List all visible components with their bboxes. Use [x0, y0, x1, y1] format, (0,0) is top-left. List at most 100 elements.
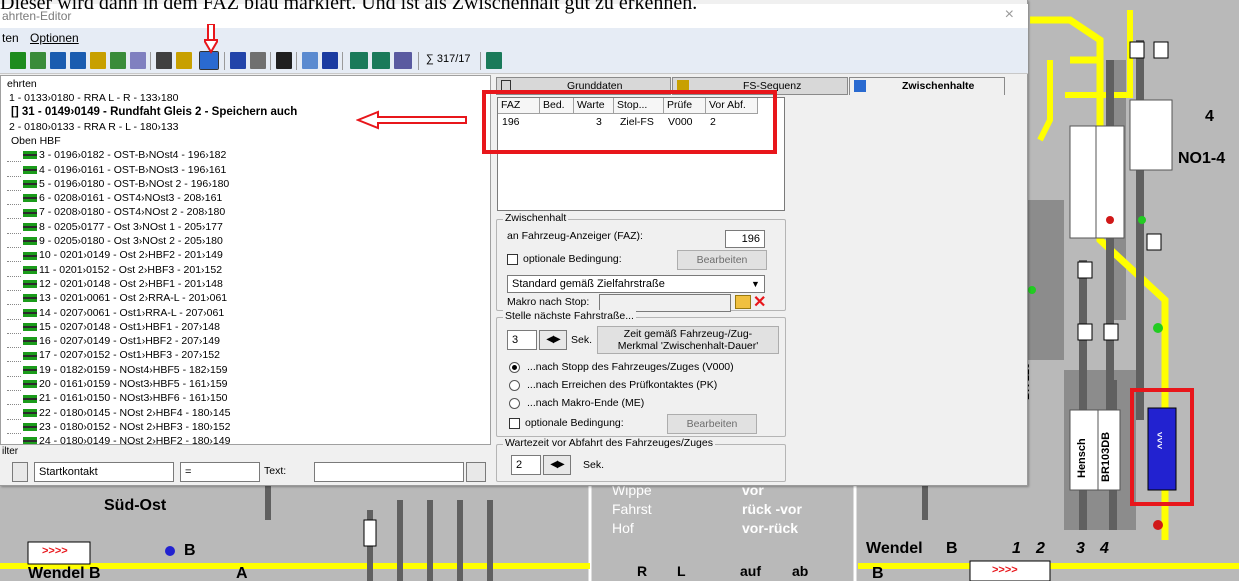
departure-wait-input[interactable]: 2 [511, 455, 541, 475]
toolbar: ∑ 317/17 [0, 48, 1028, 74]
route-tree[interactable]: ehrten 1 - 0133›0180 - RRA L - R - 133›18… [0, 75, 491, 445]
next-route-optional-checkbox[interactable] [509, 418, 520, 429]
insert-route-icon[interactable] [70, 52, 86, 69]
tree-item-label: ehrten [7, 78, 37, 90]
tree-item[interactable]: 1 - 0133›0180 - RRA L - R - 133›180 [9, 91, 178, 105]
tree-item[interactable]: 3 - 0196›0182 - OST-B›NOst4 - 196›182 [7, 148, 226, 163]
tree-item[interactable]: 8 - 0205›0177 - Ost 3›NOst 1 - 205›177 [7, 220, 223, 234]
tree-item[interactable]: 2 - 0180›0133 - RRA R - L - 180›133 [9, 120, 178, 134]
faz-input[interactable]: 196 [725, 230, 765, 248]
tree-item[interactable]: 7 - 0208›0180 - OST4›NOst 2 - 208›180 [7, 205, 225, 220]
tree-item[interactable]: Oben HBF [11, 134, 61, 148]
label-n3: 3 [1076, 540, 1085, 557]
route-compare-icon[interactable] [350, 52, 368, 69]
tree-item[interactable]: 20 - 0161›0159 - NOst3›HBF5 - 161›159 [7, 377, 228, 391]
toolbar-separator [296, 52, 297, 70]
route-check-icon[interactable] [394, 52, 412, 69]
save-icon[interactable] [230, 52, 246, 69]
tree-connector [7, 277, 21, 291]
tree-item[interactable]: 22 - 0180›0145 - NOst 2›HBF4 - 180›145 [7, 406, 230, 420]
filter-field-select[interactable]: Startkontakt [34, 462, 174, 482]
tree-item[interactable]: 17 - 0207›0152 - Ost1›HBF3 - 207›152 [7, 348, 220, 363]
tree-item[interactable]: 5 - 0196›0180 - OST-B›NOst 2 - 196›180 [7, 177, 229, 191]
tree-item[interactable]: 21 - 0161›0150 - NOst3›HBF6 - 161›150 [7, 391, 228, 406]
tree-item[interactable]: 9 - 0205›0180 - Ost 3›NOst 2 - 205›180 [7, 234, 223, 248]
tree-item[interactable]: 14 - 0207›0061 - Ost1›RRA-L - 207›061 [7, 306, 224, 320]
print-icon[interactable] [250, 52, 266, 69]
tree-item[interactable]: 6 - 0208›0161 - OST4›NOst3 - 208›161 [7, 191, 222, 206]
filter-operator-select[interactable]: = [180, 462, 260, 482]
tree-item[interactable]: 11 - 0201›0152 - Ost 2›HBF3 - 201›152 [7, 263, 222, 277]
track-route-icon [23, 208, 37, 217]
tree-connector [7, 163, 21, 177]
window-icon[interactable] [322, 52, 338, 69]
toolbar-separator [224, 52, 225, 70]
copy-route-icon[interactable] [30, 52, 46, 69]
tree-connector [7, 406, 21, 420]
next-route-optional-label: optionale Bedingung: [525, 417, 624, 429]
tree-item[interactable]: 23 - 0180›0152 - NOst 2›HBF3 - 180›152 [7, 420, 230, 434]
tree-item[interactable]: 13 - 0201›0061 - Ost 2›RRA-L - 201›061 [7, 291, 227, 306]
filter-text-input[interactable] [314, 462, 464, 482]
route-tree-icon[interactable] [486, 52, 502, 69]
radio-after-contact[interactable] [509, 380, 520, 391]
table-icon[interactable] [302, 52, 318, 69]
tab-label: Zwischenhalte [902, 80, 975, 92]
radio-after-stop[interactable] [509, 362, 520, 373]
menu-item-fahrten[interactable]: ten [2, 31, 19, 45]
zwischenhalt-edit-button[interactable]: Bearbeiten [677, 250, 767, 270]
filter-toggle-button[interactable] [12, 462, 28, 482]
label-b-bottom: B [872, 565, 884, 581]
tree-item[interactable]: 10 - 0201›0149 - Ost 2›HBF2 - 201›149 [7, 248, 223, 263]
next-route-edit-button[interactable]: Bearbeiten [667, 414, 757, 434]
zeit-gemaess-button[interactable]: Zeit gemäß Fahrzeug-/Zug- Merkmal 'Zwisc… [597, 326, 779, 354]
mode-select[interactable]: Standard gemäß Zielfahrstraße [507, 275, 765, 293]
route-counter: ∑ 317/17 [426, 53, 471, 65]
tree-root[interactable]: ehrten [7, 77, 37, 91]
tree-item[interactable]: 12 - 0201›0148 - Ost 2›HBF1 - 201›148 [7, 277, 223, 291]
route-train-icon[interactable] [130, 52, 146, 69]
label-vor-rueck: vor-rück [742, 520, 799, 536]
delete-icon[interactable]: ✕ [753, 292, 766, 312]
list-icon[interactable] [156, 52, 172, 69]
tree-item[interactable]: 24 - 0180›0149 - NOst 2›HBF2 - 180›149 [23, 434, 230, 444]
track-route-icon [23, 323, 37, 332]
tab-zwischenhalte[interactable]: Zwischenhalte [849, 77, 1005, 95]
tree-item[interactable]: 16 - 0207›0149 - Ost1›HBF2 - 207›149 [7, 334, 220, 349]
tree-item[interactable]: 19 - 0182›0159 - NOst4›HBF5 - 182›159 [7, 363, 228, 377]
apply-filter-icon[interactable] [466, 462, 486, 482]
close-icon[interactable]: × [1005, 6, 1014, 24]
stops-icon[interactable] [199, 51, 219, 70]
route-link-icon[interactable] [110, 52, 126, 69]
departure-wait-stepper[interactable]: ◀▶ [543, 455, 571, 475]
sequence-icon[interactable] [176, 52, 192, 69]
tree-connector [7, 177, 21, 191]
track-route-icon [23, 194, 37, 203]
filter-text-label: Text: [264, 465, 287, 477]
radio-after-macro[interactable] [509, 398, 520, 409]
track-route-icon [23, 308, 37, 317]
zwischenhalt-optional-label: optionale Bedingung: [523, 253, 622, 265]
tree-item[interactable]: [] 31 - 0149›0149 - Rundfaht Gleis 2 - S… [11, 105, 297, 119]
new-icon[interactable] [10, 52, 26, 69]
menu-item-optionen[interactable]: Optionen [30, 31, 79, 45]
faz-label: an Fahrzeug-Anzeiger (FAZ): [507, 230, 643, 242]
route-sort-icon[interactable] [372, 52, 390, 69]
seconds-input[interactable]: 3 [507, 330, 537, 350]
zeit-button-line1: Zeit gemäß Fahrzeug-/Zug- [623, 328, 753, 340]
chevron-down-icon[interactable]: ▼ [751, 279, 760, 289]
tree-connector [7, 263, 21, 277]
zwischenhalte-icon [854, 80, 866, 92]
tree-item-label: 4 - 0196›0161 - OST-B›NOst3 - 196›161 [39, 163, 227, 176]
seconds-stepper[interactable]: ◀▶ [539, 330, 567, 350]
route-up-icon[interactable] [90, 52, 106, 69]
tree-item-label: 9 - 0205›0180 - Ost 3›NOst 2 - 205›180 [39, 235, 223, 247]
add-route-icon[interactable] [50, 52, 66, 69]
label-a-left: A [236, 565, 248, 581]
tree-item[interactable]: 4 - 0196›0161 - OST-B›NOst3 - 196›161 [7, 163, 227, 177]
zwischenhalt-optional-checkbox[interactable] [507, 254, 518, 265]
folder-icon[interactable] [735, 295, 751, 309]
macro-label: Makro nach Stop: [507, 296, 590, 308]
block-icon[interactable] [276, 52, 292, 69]
tree-item[interactable]: 15 - 0207›0148 - Ost1›HBF1 - 207›148 [7, 320, 220, 334]
